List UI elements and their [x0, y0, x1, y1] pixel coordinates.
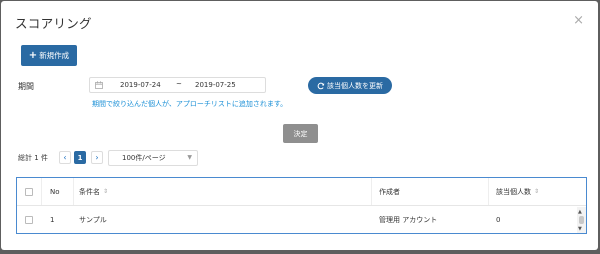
- sort-icon[interactable]: ⇕: [534, 188, 539, 195]
- sort-icon[interactable]: ⇕: [103, 188, 108, 195]
- date-to[interactable]: 2019-07-25: [195, 81, 236, 89]
- update-count-button[interactable]: 該当個人数を更新: [308, 77, 392, 94]
- header-checkbox-cell: [25, 178, 33, 205]
- select-all-checkbox[interactable]: [25, 187, 33, 196]
- divider: [41, 178, 42, 205]
- divider: [73, 178, 74, 205]
- total-count: 総計 1 件: [18, 154, 48, 162]
- new-button-label: 新規作成: [39, 51, 70, 60]
- plus-icon: +: [28, 50, 38, 61]
- dialog-title: スコアリング: [15, 16, 92, 31]
- row-checkbox-cell: [25, 207, 33, 233]
- new-button[interactable]: + 新規作成: [21, 45, 77, 66]
- scroll-up-icon[interactable]: ▲: [578, 209, 582, 215]
- filter-hint: 期間で絞り込んだ個人が、アプローチリストに追加されます。: [92, 100, 288, 108]
- conditions-table: No 条件名 ⇕ 作成者 該当個人数 ⇕ 1 サンプル 管理用 アカウント 0 …: [16, 177, 587, 234]
- decide-button[interactable]: 決定: [283, 124, 318, 143]
- table-scrollbar[interactable]: ▲ ▼: [577, 207, 586, 233]
- prev-page-button[interactable]: ‹: [59, 151, 71, 164]
- per-page-value: 100件/ページ: [122, 154, 166, 162]
- calendar-icon: [95, 81, 103, 89]
- column-name[interactable]: 条件名 ⇕: [79, 178, 108, 205]
- row-name: サンプル: [79, 216, 107, 224]
- refresh-icon: [317, 82, 325, 89]
- per-page-select[interactable]: 100件/ページ ▼: [108, 150, 198, 166]
- scroll-down-icon[interactable]: ▼: [578, 226, 582, 232]
- scroll-thumb[interactable]: [579, 216, 584, 224]
- column-name-label: 条件名: [79, 187, 100, 196]
- current-page-button[interactable]: 1: [74, 151, 86, 164]
- column-author: 作成者: [379, 187, 400, 196]
- date-range-picker[interactable]: 2019-07-24 ~ 2019-07-25: [89, 77, 266, 93]
- divider: [488, 178, 489, 205]
- divider: [371, 178, 372, 205]
- row-count: 0: [496, 216, 501, 224]
- row-checkbox[interactable]: [25, 216, 33, 224]
- row-no: 1: [50, 216, 55, 224]
- chevron-down-icon: ▼: [187, 154, 192, 161]
- close-icon[interactable]: ×: [573, 14, 584, 27]
- column-count[interactable]: 該当個人数 ⇕: [496, 178, 539, 205]
- row-author: 管理用 アカウント: [379, 216, 438, 224]
- column-count-label: 該当個人数: [496, 187, 531, 196]
- period-label: 期間: [18, 82, 34, 91]
- date-separator: ~: [176, 80, 182, 88]
- table-row[interactable]: 1 サンプル 管理用 アカウント 0: [17, 207, 586, 233]
- update-count-label: 該当個人数を更新: [327, 81, 383, 90]
- next-page-button[interactable]: ›: [91, 151, 103, 164]
- column-no: No: [50, 187, 60, 196]
- scoring-dialog: スコアリング × + 新規作成 期間 2019-07-24 ~ 2019-07-…: [1, 1, 598, 250]
- table-header: No 条件名 ⇕ 作成者 該当個人数 ⇕: [17, 178, 586, 206]
- date-from[interactable]: 2019-07-24: [120, 81, 161, 89]
